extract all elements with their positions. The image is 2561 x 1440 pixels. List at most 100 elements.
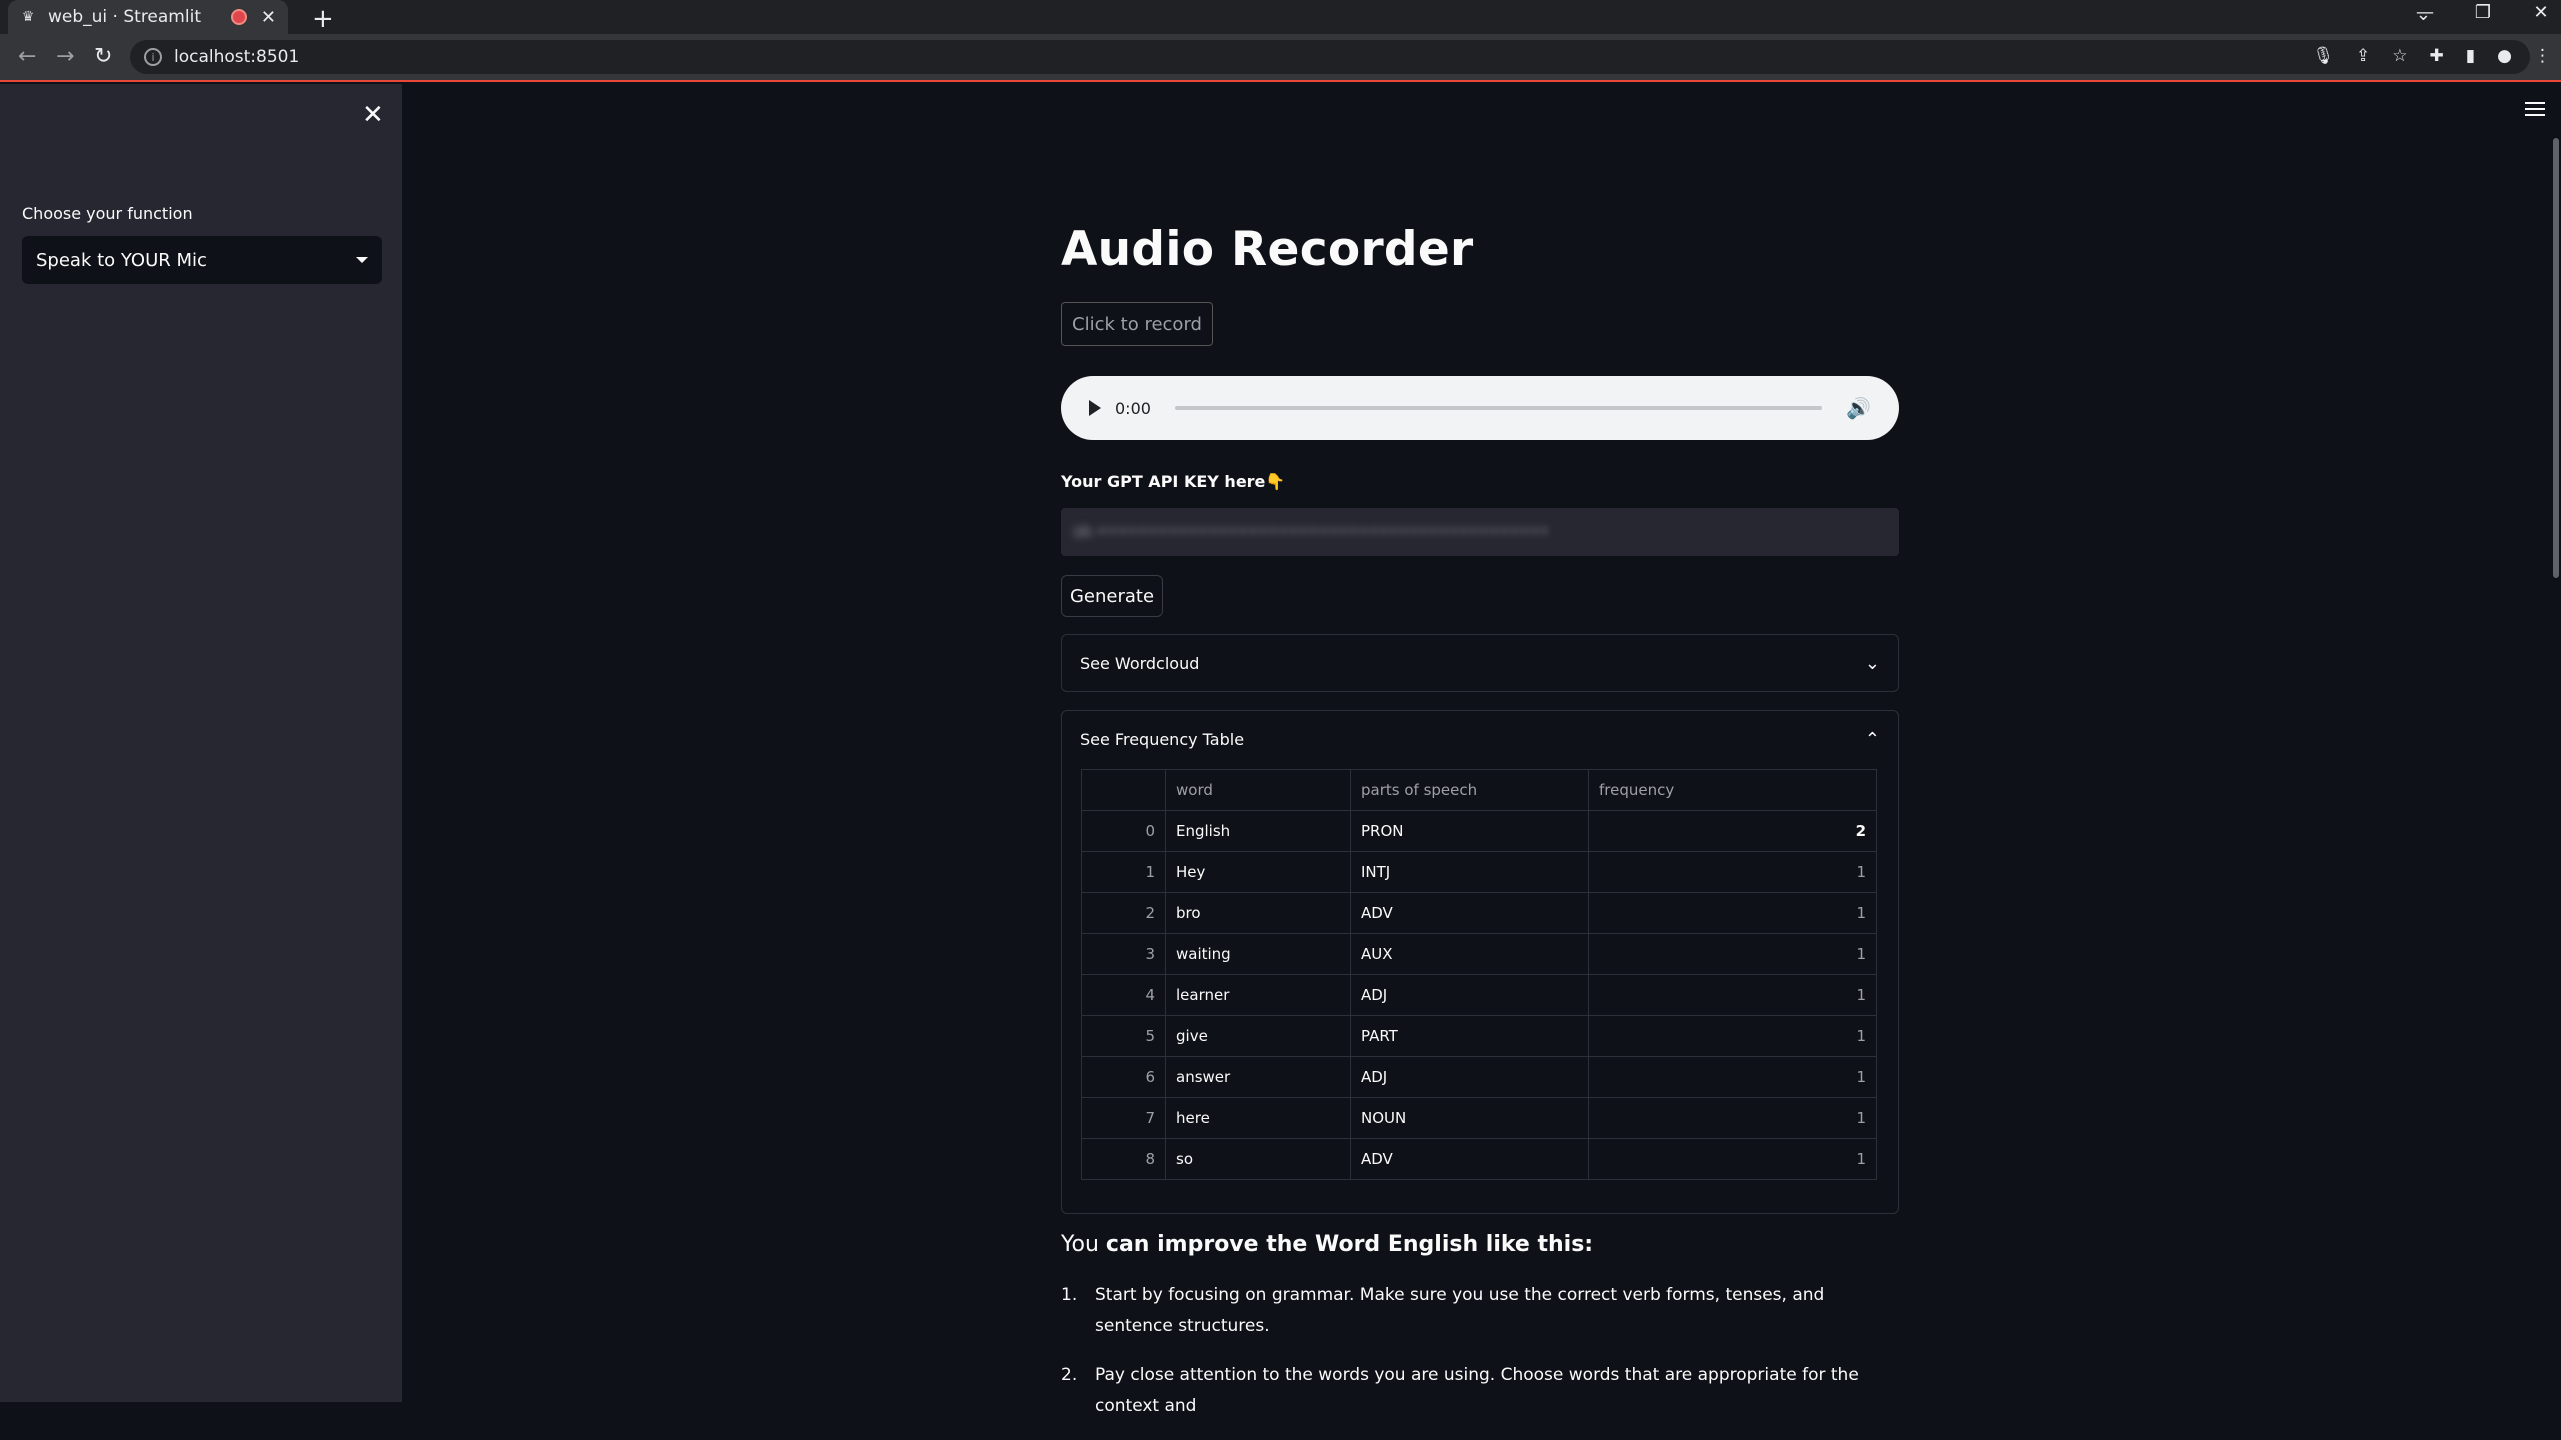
frequency-expander-label: See Frequency Table	[1080, 729, 1245, 749]
word-cell: English	[1165, 810, 1351, 852]
table-row[interactable]: 1 Hey INTJ 1	[1081, 851, 1877, 893]
word-cell: Hey	[1165, 851, 1351, 893]
wordcloud-expander[interactable]: See Wordcloud ⌄	[1061, 634, 1899, 692]
wordcloud-expander-label: See Wordcloud	[1080, 653, 1200, 673]
function-select-label: Choose your function	[22, 204, 193, 223]
new-tab-icon[interactable]: +	[312, 4, 334, 34]
profile-icon[interactable]: ●	[2497, 46, 2512, 66]
window-controls: — ❐ ✕	[2415, 2, 2551, 23]
bookmark-star-icon[interactable]: ☆	[2392, 46, 2407, 66]
api-key-input[interactable]: sk-•••••••••••••••••••••••••••••••••••••…	[1061, 508, 1899, 556]
word-cell: give	[1165, 1015, 1351, 1057]
minimize-icon[interactable]: —	[2415, 2, 2435, 23]
browser-tab[interactable]: ♛ web_ui · Streamlit ✕	[8, 0, 288, 34]
page-title: Audio Recorder	[1061, 222, 1474, 277]
pos-cell: ADV	[1350, 1138, 1589, 1180]
close-sidebar-icon[interactable]: ✕	[362, 100, 384, 130]
list-item-number: 2.	[1061, 1365, 1078, 1385]
generate-button[interactable]: Generate	[1061, 575, 1163, 617]
frequency-cell: 1	[1588, 1015, 1877, 1057]
row-index-cell: 6	[1081, 1056, 1166, 1098]
table-row[interactable]: 3 waiting AUX 1	[1081, 933, 1877, 975]
address-bar[interactable]: i localhost:8501	[130, 40, 2530, 74]
list-item: 2. Pay close attention to the words you …	[1061, 1360, 1899, 1422]
row-index-cell: 3	[1081, 933, 1166, 975]
url-text: localhost:8501	[174, 47, 300, 67]
page-scrollbar[interactable]	[2553, 138, 2559, 578]
frequency-table[interactable]: word parts of speech frequency 0 English P…	[1081, 769, 1877, 1180]
row-index-cell: 0	[1081, 810, 1166, 852]
column-header-word[interactable]: word	[1165, 769, 1351, 811]
window-close-icon[interactable]: ✕	[2531, 2, 2551, 23]
audio-time: 0:00	[1115, 398, 1151, 418]
tab-title: web_ui · Streamlit	[48, 7, 201, 27]
improvement-heading-bold: can improve the Word English like this:	[1105, 1232, 1594, 1257]
site-info-icon[interactable]: i	[144, 48, 162, 66]
table-row[interactable]: 7 here NOUN 1	[1081, 1097, 1877, 1139]
pos-cell: ADJ	[1350, 974, 1589, 1016]
list-item: 1. Start by focusing on grammar. Make su…	[1061, 1280, 1899, 1342]
table-header-row: word parts of speech frequency	[1081, 769, 1877, 811]
pos-cell: INTJ	[1350, 851, 1589, 893]
row-index-cell: 1	[1081, 851, 1166, 893]
frequency-cell: 2	[1588, 810, 1877, 852]
list-item-text: Pay close attention to the words you are…	[1095, 1365, 1859, 1416]
api-key-value: sk-•••••••••••••••••••••••••••••••••••••…	[1073, 522, 1550, 542]
improvement-tips-list: 1. Start by focusing on grammar. Make su…	[1061, 1280, 1899, 1440]
improvement-heading-prefix: You	[1061, 1232, 1106, 1257]
word-cell: learner	[1165, 974, 1351, 1016]
row-index-cell: 2	[1081, 892, 1166, 934]
frequency-expander: See Frequency Table ⌃ word parts of spee…	[1061, 710, 1899, 1214]
chevron-down-icon	[356, 257, 368, 263]
word-cell: so	[1165, 1138, 1351, 1180]
row-index-cell: 7	[1081, 1097, 1166, 1139]
microphone-icon[interactable]: 🎙	[2312, 46, 2334, 66]
word-cell: answer	[1165, 1056, 1351, 1098]
improvement-heading: You can improve the Word English like th…	[1061, 1232, 1593, 1257]
frequency-expander-header[interactable]: See Frequency Table ⌃	[1062, 711, 1898, 767]
function-select-value: Speak to YOUR Mic	[36, 249, 207, 271]
browser-menu-icon[interactable]: ⋮	[2534, 46, 2551, 66]
table-row[interactable]: 5 give PART 1	[1081, 1015, 1877, 1057]
frequency-cell: 1	[1588, 933, 1877, 975]
word-cell: here	[1165, 1097, 1351, 1139]
table-row[interactable]: 4 learner ADJ 1	[1081, 974, 1877, 1016]
api-key-label: Your GPT API KEY here👇	[1061, 472, 1286, 491]
main-menu-icon[interactable]	[2525, 102, 2545, 120]
extensions-icon[interactable]: ✚	[2430, 46, 2444, 66]
toolbar-icons: 🎙 ⇪ ☆ ✚ ▮ ● ⋮	[2312, 46, 2551, 66]
recording-indicator-icon	[230, 9, 247, 25]
record-button[interactable]: Click to record	[1061, 302, 1213, 346]
streamlit-favicon-icon: ♛	[21, 9, 35, 25]
share-icon[interactable]: ⇪	[2356, 46, 2370, 66]
column-header-index[interactable]	[1081, 769, 1166, 811]
word-cell: waiting	[1165, 933, 1351, 975]
close-tab-icon[interactable]: ✕	[261, 7, 276, 28]
volume-icon[interactable]: 🔊	[1846, 396, 1871, 420]
audio-seek-bar[interactable]	[1174, 406, 1823, 410]
frequency-cell: 1	[1588, 892, 1877, 934]
pos-cell: AUX	[1350, 933, 1589, 975]
restore-icon[interactable]: ❐	[2473, 2, 2493, 23]
wordcloud-expander-header[interactable]: See Wordcloud ⌄	[1062, 635, 1898, 691]
frequency-cell: 1	[1588, 974, 1877, 1016]
table-row[interactable]: 6 answer ADJ 1	[1081, 1056, 1877, 1098]
row-index-cell: 5	[1081, 1015, 1166, 1057]
table-row[interactable]: 2 bro ADV 1	[1081, 892, 1877, 934]
list-item-text: Start by focusing on grammar. Make sure …	[1095, 1285, 1825, 1336]
pos-cell: PRON	[1350, 810, 1589, 852]
forward-icon[interactable]: →	[56, 44, 74, 69]
reload-icon[interactable]: ↻	[94, 44, 112, 69]
frequency-cell: 1	[1588, 1138, 1877, 1180]
chevron-up-icon: ⌃	[1864, 728, 1880, 750]
function-select[interactable]: Speak to YOUR Mic	[22, 236, 382, 284]
play-icon[interactable]	[1089, 400, 1101, 416]
side-panel-icon[interactable]: ▮	[2466, 46, 2475, 66]
back-icon[interactable]: ←	[18, 44, 36, 69]
column-header-frequency[interactable]: frequency	[1588, 769, 1877, 811]
column-header-pos[interactable]: parts of speech	[1350, 769, 1589, 811]
table-row[interactable]: 8 so ADV 1	[1081, 1138, 1877, 1180]
frequency-cell: 1	[1588, 851, 1877, 893]
pos-cell: ADJ	[1350, 1056, 1589, 1098]
table-row[interactable]: 0 English PRON 2	[1081, 810, 1877, 852]
